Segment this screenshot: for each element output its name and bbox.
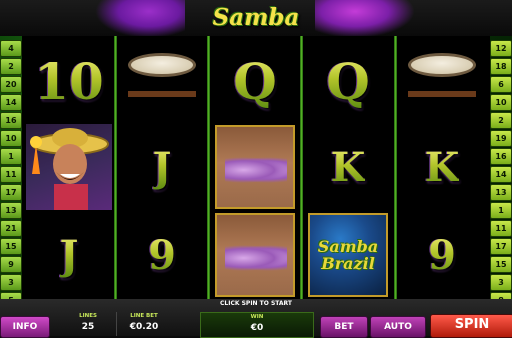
payline-marker[interactable]: 13 [490,184,512,201]
symbol-nine: 9 [428,231,456,279]
symbol-queen: Q [233,51,277,111]
payline-marker[interactable]: 18 [490,58,512,75]
reel-2-symbol-2: J [119,124,205,210]
payline-marker[interactable]: 3 [0,274,22,291]
payline-marker[interactable]: 17 [0,184,22,201]
man-sombrero-symbol [26,124,112,210]
divider [116,312,117,336]
payline-marker[interactable]: 13 [0,202,22,219]
symbol-ten: 10 [34,51,104,111]
status-message: CLICK SPIN TO START [220,300,292,307]
symbol-queen: Q [326,51,370,111]
payline-marker[interactable]: 6 [490,76,512,93]
payline-marker[interactable]: 2 [490,112,512,129]
reel-5-symbol-1 [399,38,485,124]
game-title: Samba BrazilTM [170,2,342,63]
payline-marker[interactable]: 12 [490,40,512,57]
reel-3-symbol-2 [212,124,298,210]
reel-divider [114,36,117,299]
wild-logo-symbol: Samba Brazil [308,213,388,297]
symbol-king: K [424,143,460,191]
reels-area: 10 J J 9 Q Q K Samba Brazil K 9 [22,36,490,299]
payline-marker[interactable]: 1 [0,148,22,165]
payline-marker[interactable]: 14 [490,166,512,183]
line-bet-value: €0.20 [129,322,159,332]
bet-button[interactable]: BET [320,316,368,338]
wild-logo-line1: Samba [317,237,379,256]
payline-marker[interactable]: 1 [490,202,512,219]
payline-marker[interactable]: 2 [0,58,22,75]
payline-marker[interactable]: 17 [490,238,512,255]
payline-marker[interactable]: 10 [490,94,512,111]
reel-1-symbol-2 [26,124,112,210]
header: Samba BrazilTM [0,0,512,63]
payline-marker[interactable]: 10 [0,130,22,147]
win-label: WIN [250,314,264,320]
reel-divider [394,36,397,299]
symbol-jack: J [152,143,172,191]
auto-button[interactable]: AUTO [370,316,426,338]
reel-4-symbol-3: Samba Brazil [305,212,391,298]
reel-4-symbol-1: Q [305,38,391,124]
symbol-king: K [330,143,366,191]
line-bet-panel[interactable]: LINE BET €0.20 [118,312,170,336]
payline-marker[interactable]: 15 [0,238,22,255]
reel-1-symbol-3: J [26,212,112,298]
reel-4-symbol-2: K [305,124,391,210]
payline-marker[interactable]: 11 [490,220,512,237]
payline-marker[interactable]: 16 [0,112,22,129]
reel-3-symbol-3 [212,212,298,298]
drum-icon [126,51,198,111]
symbol-jack: J [59,231,79,279]
info-button[interactable]: INFO [0,316,50,338]
reel-1-symbol-1: 10 [26,38,112,124]
drum-icon [406,51,478,111]
payline-marker[interactable]: 4 [0,40,22,57]
dancer-symbol [215,125,295,209]
payline-marker[interactable]: 21 [0,220,22,237]
payline-marker[interactable]: 3 [490,274,512,291]
reel-3-symbol-1: Q [212,38,298,124]
reel-5-symbol-2: K [399,124,485,210]
payline-marker[interactable]: 19 [490,130,512,147]
reel-5-symbol-3: 9 [399,212,485,298]
payline-marker[interactable]: 15 [490,256,512,273]
payline-marker[interactable]: 16 [490,148,512,165]
lines-label: LINES [79,313,97,319]
payline-marker[interactable]: 9 [0,256,22,273]
reel-divider [300,36,303,299]
payline-marker[interactable]: 11 [0,166,22,183]
reel-2-symbol-1 [119,38,205,124]
payline-marker[interactable]: 20 [0,76,22,93]
spin-button[interactable]: SPIN [430,314,512,338]
reel-divider [207,36,210,299]
man-sombrero-icon [30,128,109,210]
win-value: €0 [250,323,264,333]
symbol-nine: 9 [148,231,176,279]
reel-2-symbol-3: 9 [119,212,205,298]
lines-value: 25 [81,322,95,332]
line-bet-label: LINE BET [130,313,158,319]
dancer-symbol [215,213,295,297]
wild-logo-line2: Brazil [321,254,375,273]
lines-panel[interactable]: LINES 25 [62,312,114,336]
win-panel: WIN €0 [200,312,314,338]
payline-marker[interactable]: 14 [0,94,22,111]
